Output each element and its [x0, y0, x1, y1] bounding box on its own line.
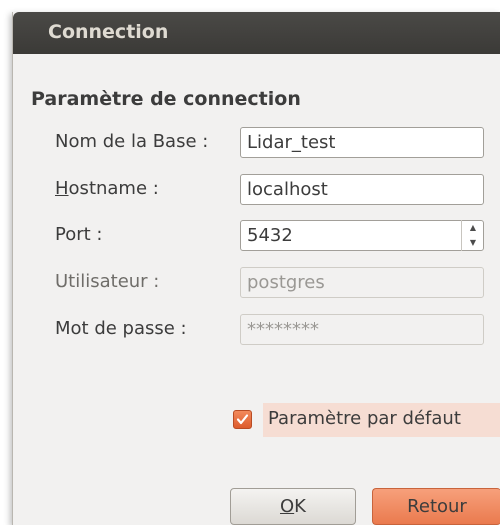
- group-title: Paramètre de connection: [31, 88, 301, 110]
- window-title: Connection: [48, 21, 169, 43]
- default-params-label[interactable]: Paramètre par défaut: [268, 408, 461, 429]
- user-input: [240, 267, 484, 298]
- base-label: Nom de la Base :: [55, 131, 209, 152]
- base-input[interactable]: [240, 127, 484, 158]
- check-icon: [236, 414, 249, 425]
- hostname-input[interactable]: [240, 174, 484, 205]
- ok-label-rest: K: [294, 496, 306, 517]
- hostname-label-rest: ostname :: [68, 178, 159, 199]
- password-label: Mot de passe :: [55, 318, 187, 339]
- spin-down-icon[interactable]: ▼: [462, 235, 484, 250]
- password-input: [240, 314, 484, 345]
- back-button[interactable]: Retour: [372, 488, 500, 525]
- connection-dialog: Connection Paramètre de connection Nom d…: [12, 12, 500, 525]
- spin-up-icon[interactable]: ▲: [462, 220, 484, 235]
- ok-mnemonic: O: [280, 496, 295, 517]
- hostname-mnemonic: H: [55, 178, 69, 199]
- port-spinbox[interactable]: [240, 220, 484, 251]
- title-bar[interactable]: Connection: [13, 12, 500, 54]
- user-label: Utilisateur :: [55, 271, 160, 292]
- hostname-label: Hostname :: [55, 178, 159, 199]
- port-label: Port :: [55, 224, 103, 245]
- port-spin-buttons: ▲ ▼: [461, 220, 484, 251]
- ok-button[interactable]: OK: [230, 488, 356, 525]
- default-params-checkbox[interactable]: [233, 410, 252, 429]
